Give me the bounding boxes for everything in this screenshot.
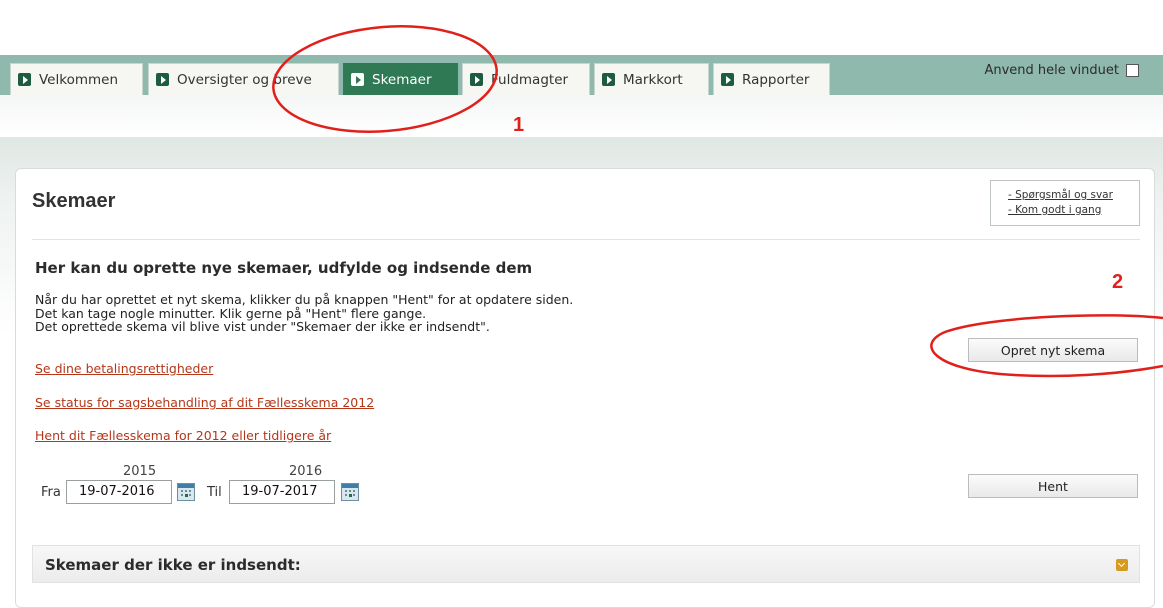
case-status-link[interactable]: Se status for sagsbehandling af dit Fæll… (35, 395, 374, 410)
arrow-right-icon (470, 73, 483, 86)
create-form-button[interactable]: Opret nyt skema (968, 338, 1138, 362)
arrow-right-icon (721, 73, 734, 86)
tab-label: Velkommen (39, 71, 119, 88)
section-heading: Her kan du oprette nye skemaer, udfylde … (35, 259, 533, 277)
tab-velkommen[interactable]: Velkommen (10, 63, 143, 95)
chevron-down-icon[interactable] (1116, 559, 1128, 571)
tab-label: Rapporter (742, 71, 810, 88)
arrow-right-icon (18, 73, 31, 86)
tab-label: Oversigter og breve (177, 71, 312, 88)
arrow-right-icon (602, 73, 615, 86)
help-links-box: - Spørgsmål og svar - Kom godt i gang (990, 180, 1140, 226)
tab-fuldmagter[interactable]: Fuldmagter (462, 63, 590, 95)
whole-window-checkbox[interactable] (1126, 64, 1139, 77)
whole-window-toggle[interactable]: Anvend hele vinduet (984, 63, 1139, 78)
calendar-icon[interactable] (177, 483, 195, 501)
from-year: 2015 (123, 464, 157, 479)
tab-oversigter-og-breve[interactable]: Oversigter og breve (148, 63, 339, 95)
tab-skemaer[interactable]: Skemaer (343, 63, 458, 95)
info-line: Det kan tage nogle minutter. Klik gerne … (35, 305, 427, 321)
whole-window-label: Anvend hele vinduet (984, 63, 1119, 78)
annotation-number-1: 1 (513, 114, 525, 136)
calendar-icon[interactable] (341, 483, 359, 501)
annotation-number-2: 2 (1112, 271, 1124, 293)
info-line: Når du har oprettet et nyt skema, klikke… (35, 292, 574, 307)
skemaer-panel (15, 168, 1155, 608)
info-text: Når du har oprettet et nyt skema, klikke… (35, 293, 573, 334)
tab-bar: Velkommen Oversigter og breve Skemaer Fu… (0, 55, 1163, 95)
tab-label: Markkort (623, 71, 683, 88)
from-date-input[interactable]: 19-07-2016 (66, 480, 172, 504)
payment-rights-link[interactable]: Se dine betalingsrettigheder (35, 361, 213, 376)
section-title: Skemaer der ikke er indsendt: (45, 556, 301, 574)
info-line: Det oprettede skema vil blive vist under… (35, 319, 490, 334)
tab-markkort[interactable]: Markkort (594, 63, 709, 95)
arrow-right-icon (351, 73, 364, 86)
tab-label: Skemaer (372, 71, 432, 88)
fetch-form-link[interactable]: Hent dit Fællesskema for 2012 eller tidl… (35, 428, 331, 443)
to-date-input[interactable]: 19-07-2017 (229, 480, 335, 504)
help-link-faq[interactable]: - Spørgsmål og svar (1008, 188, 1139, 203)
to-year: 2016 (289, 464, 323, 479)
fetch-button[interactable]: Hent (968, 474, 1138, 498)
tab-rapporter[interactable]: Rapporter (713, 63, 830, 95)
page-title: Skemaer (32, 190, 116, 212)
divider (32, 239, 1140, 240)
sub-toolbar (0, 95, 1163, 138)
to-label: Til (207, 485, 222, 500)
tab-label: Fuldmagter (491, 71, 569, 88)
from-label: Fra (41, 485, 61, 500)
arrow-right-icon (156, 73, 169, 86)
help-link-getting-started[interactable]: - Kom godt i gang (1008, 203, 1139, 218)
